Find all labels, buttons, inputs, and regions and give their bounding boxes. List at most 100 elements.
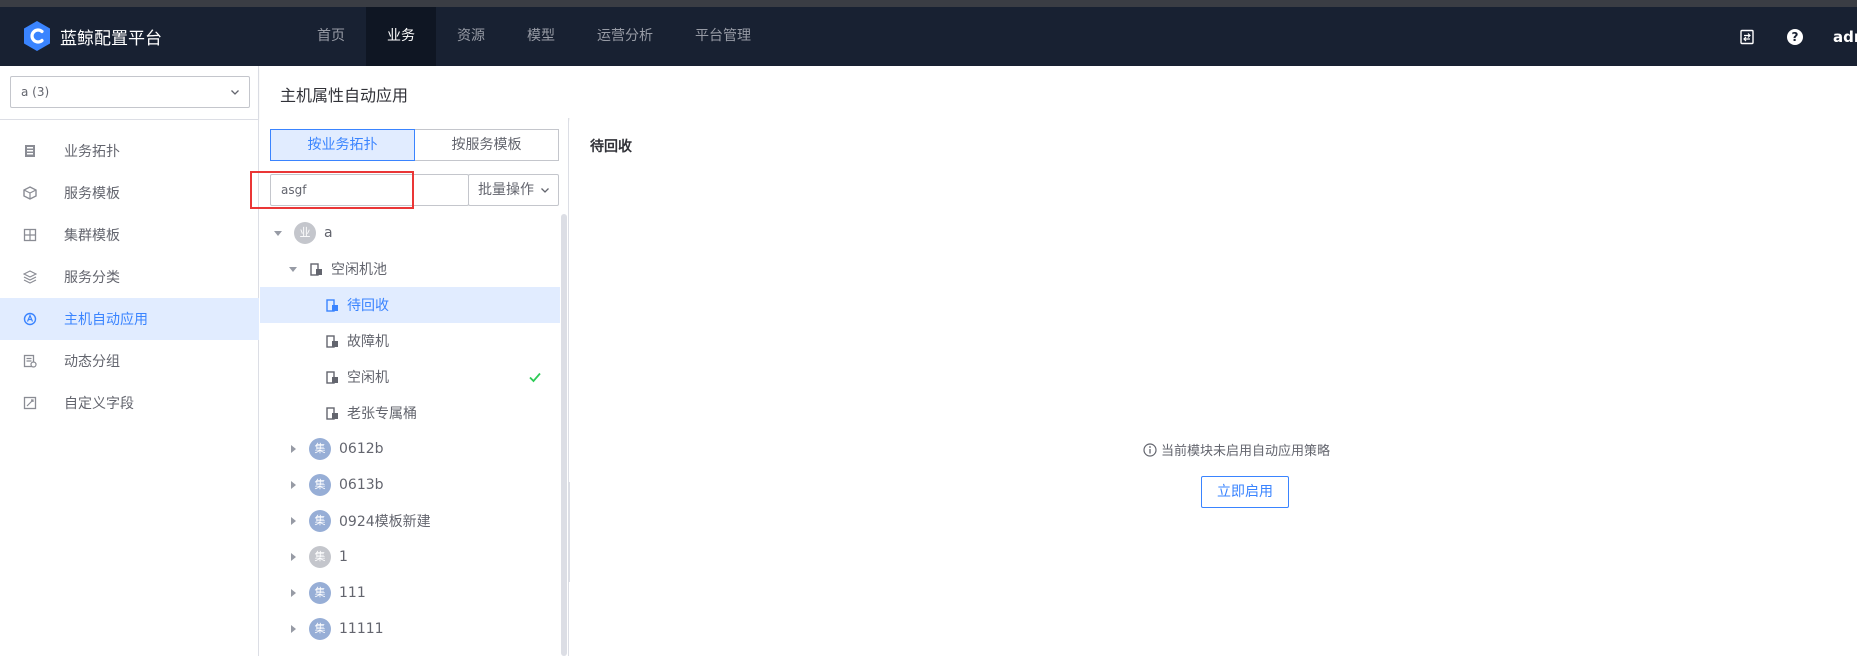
tree-node-label: 故障机: [347, 334, 389, 350]
svg-text:?: ?: [1792, 30, 1799, 44]
caret-right-icon[interactable]: [287, 515, 299, 527]
business-select-value: a (3): [21, 85, 50, 99]
sidebar: a (3) 业务拓扑 服务模板 集群模板 服务分类 主机自动应用 动态分组 自定…: [0, 66, 259, 656]
tree-node-laozhang-bucket[interactable]: 老张专属桶: [260, 395, 560, 431]
switch-icon[interactable]: [1737, 27, 1757, 47]
set-badge: 集: [309, 438, 331, 460]
tree-node-pending-recycle[interactable]: 待回收: [260, 287, 560, 323]
sidebar-item-host-auto-apply[interactable]: 主机自动应用: [0, 298, 259, 340]
sidebar-menu: 业务拓扑 服务模板 集群模板 服务分类 主机自动应用 动态分组 自定义字段: [0, 130, 259, 424]
nav-resource[interactable]: 资源: [436, 7, 506, 66]
tree-node-set[interactable]: 集 0612b: [260, 431, 560, 467]
set-badge: 集: [309, 582, 331, 604]
nav-home[interactable]: 首页: [296, 7, 366, 66]
nav-model[interactable]: 模型: [506, 7, 576, 66]
main-nav: 首页 业务 资源 模型 运营分析 平台管理: [296, 7, 772, 66]
tree-node-label: 待回收: [347, 298, 389, 314]
sidebar-item-service-category[interactable]: 服务分类: [0, 256, 259, 298]
sidebar-item-label: 自定义字段: [64, 396, 134, 412]
page-header: 主机属性自动应用: [260, 66, 1857, 118]
dynamic-group-icon: [22, 353, 38, 369]
custom-field-icon: [22, 395, 38, 411]
tab-by-business-topology[interactable]: 按业务拓扑: [270, 129, 415, 161]
logo-icon: [24, 21, 50, 51]
caret-down-icon[interactable]: [287, 263, 299, 275]
detail-panel: 待回收 当前模块未启用自动应用策略 立即启用: [570, 118, 1857, 656]
detail-title: 待回收: [590, 139, 632, 155]
cube-icon: [22, 185, 38, 201]
nav-platform[interactable]: 平台管理: [674, 7, 772, 66]
set-badge: 集: [309, 510, 331, 532]
tree-node-set[interactable]: 集 0924模板新建: [260, 503, 560, 539]
tree-node-set[interactable]: 集 0613b: [260, 467, 560, 503]
sidebar-item-label: 服务分类: [64, 270, 120, 286]
user-name[interactable]: admin: [1833, 28, 1857, 46]
business-badge: 业: [294, 222, 316, 244]
sidebar-item-label: 主机自动应用: [64, 312, 148, 328]
tree-node-set[interactable]: 集 111: [260, 575, 560, 611]
server-stack-icon: [22, 143, 38, 159]
info-icon: [1143, 442, 1157, 457]
tree-node-label: 老张专属桶: [347, 406, 417, 422]
sidebar-item-label: 动态分组: [64, 354, 120, 370]
sidebar-item-topology[interactable]: 业务拓扑: [0, 130, 259, 172]
enable-now-button[interactable]: 立即启用: [1201, 476, 1289, 508]
sidebar-item-label: 集群模板: [64, 228, 120, 244]
tree-search-input[interactable]: asgf: [270, 174, 469, 206]
caret-down-icon[interactable]: [272, 227, 284, 239]
sidebar-item-custom-field[interactable]: 自定义字段: [0, 382, 259, 424]
brand[interactable]: 蓝鲸配置平台: [22, 20, 162, 52]
caret-right-icon[interactable]: [287, 443, 299, 455]
tree-node-set[interactable]: 集 11111: [260, 611, 560, 647]
tree-node-label: 0612b: [339, 441, 384, 457]
sidebar-item-label: 业务拓扑: [64, 144, 120, 160]
batch-operation-button[interactable]: 批量操作: [468, 174, 559, 206]
module-icon: [325, 298, 339, 312]
tab-by-service-template[interactable]: 按服务模板: [415, 129, 559, 161]
sidebar-item-cluster-template[interactable]: 集群模板: [0, 214, 259, 256]
tree-node-faulty[interactable]: 故障机: [260, 323, 560, 359]
top-navigation: 蓝鲸配置平台 首页 业务 资源 模型 运营分析 平台管理 ? admin: [0, 7, 1857, 66]
tree-node-label: 空闲机: [347, 370, 389, 386]
tree-node-label: 0924模板新建: [339, 514, 431, 530]
topology-tree-panel: 按业务拓扑 按服务模板 asgf 批量操作 业 a 空闲机池 待回收 故障机 空…: [260, 118, 569, 656]
business-select[interactable]: a (3): [10, 76, 250, 108]
tree-node-label: 1: [339, 549, 348, 565]
tree-node-set[interactable]: 集 1: [260, 539, 560, 575]
sidebar-item-dynamic-group[interactable]: 动态分组: [0, 340, 259, 382]
tree-scrollbar[interactable]: [561, 214, 567, 656]
caret-right-icon[interactable]: [287, 551, 299, 563]
sidebar-divider: [0, 119, 259, 120]
nav-right: ? admin: [1737, 7, 1857, 66]
app-name: 蓝鲸配置平台: [60, 28, 162, 49]
page-title: 主机属性自动应用: [280, 86, 409, 105]
tree-node-label: a: [324, 225, 333, 241]
view-tabs: 按业务拓扑 按服务模板: [270, 129, 559, 161]
chevron-down-icon: [231, 90, 239, 95]
tree-node-label: 111: [339, 585, 366, 601]
tree-node-idle-pool[interactable]: 空闲机池: [260, 251, 560, 287]
cluster-icon: [22, 227, 38, 243]
set-badge: 集: [309, 546, 331, 568]
caret-right-icon[interactable]: [287, 623, 299, 635]
tree-node-idle[interactable]: 空闲机: [260, 359, 560, 395]
tree-node-business[interactable]: 业 a: [260, 215, 560, 251]
tree-node-label: 空闲机池: [331, 262, 387, 278]
sidebar-item-service-template[interactable]: 服务模板: [0, 172, 259, 214]
layers-icon: [22, 269, 38, 285]
nav-business[interactable]: 业务: [366, 7, 436, 66]
search-value: asgf: [281, 183, 307, 197]
caret-right-icon[interactable]: [287, 587, 299, 599]
window-top-strip: [0, 0, 1857, 7]
topology-tree: 业 a 空闲机池 待回收 故障机 空闲机 老张专属桶 集 0612b 集 061…: [260, 215, 560, 647]
module-icon: [325, 370, 339, 384]
caret-right-icon[interactable]: [287, 479, 299, 491]
batch-operation-label: 批量操作: [478, 182, 534, 198]
module-icon: [325, 406, 339, 420]
set-badge: 集: [309, 618, 331, 640]
help-icon[interactable]: ?: [1785, 27, 1805, 47]
nav-analysis[interactable]: 运营分析: [576, 7, 674, 66]
tree-node-label: 0613b: [339, 477, 384, 493]
set-badge: 集: [309, 474, 331, 496]
empty-message: 当前模块未启用自动应用策略: [1161, 444, 1331, 459]
